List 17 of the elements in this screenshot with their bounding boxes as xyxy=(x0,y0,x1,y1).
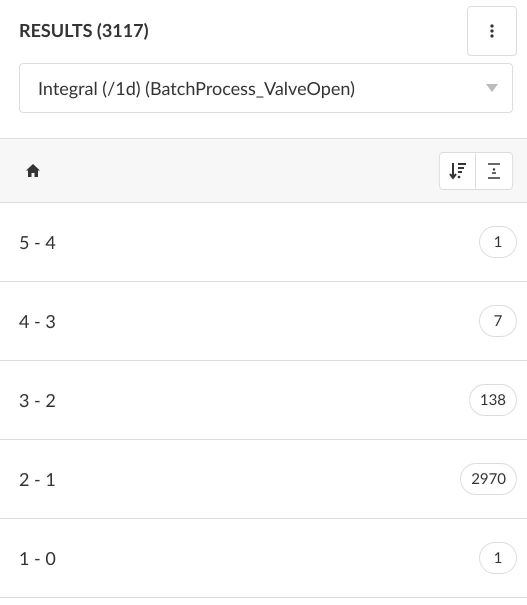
count-badge: 1 xyxy=(479,226,517,258)
count-badge: 138 xyxy=(468,384,517,416)
result-row[interactable]: 5 - 4 1 xyxy=(0,203,527,282)
count-badge: 2970 xyxy=(460,463,517,495)
more-icon xyxy=(490,24,494,38)
count-badge: 7 xyxy=(479,305,517,337)
home-icon xyxy=(26,164,40,177)
result-row[interactable]: 2 - 1 2970 xyxy=(0,440,527,519)
results-title: RESULTS (3117) xyxy=(19,18,149,43)
count-badge: 1 xyxy=(479,542,517,574)
caret-icon xyxy=(486,84,498,92)
metric-dropdown[interactable]: Integral (/1d) (BatchProcess_ValveOpen) xyxy=(19,63,513,113)
result-row[interactable]: 4 - 3 7 xyxy=(0,282,527,361)
collapse-icon xyxy=(487,162,501,178)
sort-icon xyxy=(448,162,466,180)
result-row[interactable]: 1 - 0 1 xyxy=(0,519,527,598)
result-row[interactable]: 3 - 2 138 xyxy=(0,361,527,440)
